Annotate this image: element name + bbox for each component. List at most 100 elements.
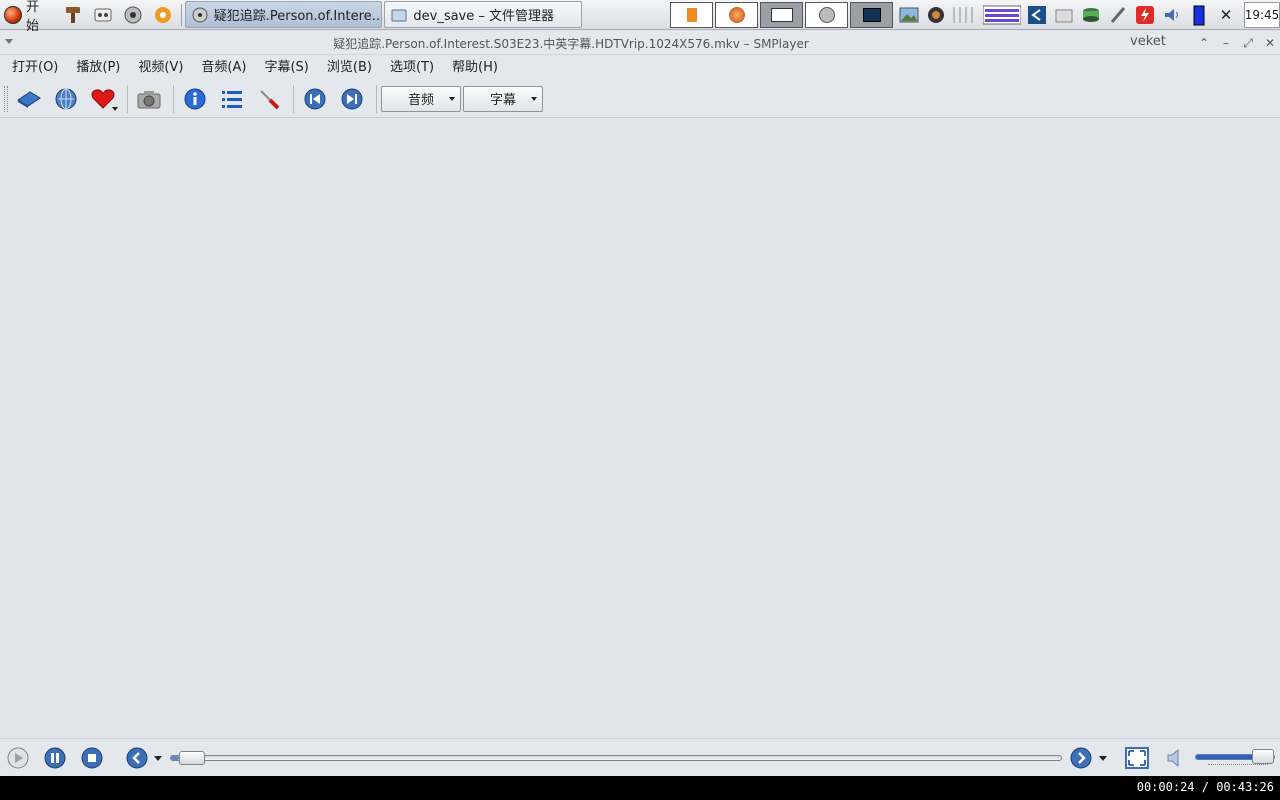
audio-track-select[interactable]: 音频	[381, 85, 461, 112]
book-icon	[686, 7, 697, 22]
preferences-button[interactable]	[252, 83, 286, 115]
maximize-icon: ⤢	[1243, 35, 1253, 50]
chevron-down-icon	[531, 96, 537, 101]
skip-previous-icon	[304, 88, 326, 109]
media-player-icon[interactable]	[120, 2, 146, 28]
toolbar-separator	[173, 84, 174, 113]
paint-brush-icon[interactable]	[60, 2, 86, 28]
play-icon	[7, 747, 29, 769]
fullscreen-button[interactable]	[1125, 746, 1149, 770]
keyboard-icon[interactable]	[1052, 3, 1076, 27]
camera-icon[interactable]	[924, 3, 948, 27]
menu-help[interactable]: 帮助(H)	[446, 57, 504, 79]
screwdriver-icon	[260, 89, 280, 109]
toolbar-separator	[293, 84, 294, 113]
start-label: 开始	[25, 0, 39, 34]
desktop-1[interactable]	[670, 1, 714, 28]
menubar: 打开(O) 播放(P) 视频(V) 音频(A) 字幕(S) 浏览(B) 选项(T…	[0, 56, 1280, 80]
globe-icon	[55, 88, 77, 109]
cpu-monitor-icon[interactable]	[982, 3, 1022, 27]
desktop-2[interactable]	[715, 1, 759, 28]
toolbar-separator	[376, 84, 377, 113]
volume-slider[interactable]	[1195, 749, 1275, 764]
seek-progress	[171, 756, 179, 760]
rewind-menu-button[interactable]	[151, 746, 165, 770]
forward-menu-button[interactable]	[1096, 746, 1110, 770]
open-file-icon	[17, 90, 41, 108]
camera-icon	[137, 90, 161, 108]
volume-tray-icon[interactable]	[1160, 3, 1184, 27]
seek-handle[interactable]	[179, 751, 205, 765]
minimize-button[interactable]: –	[1218, 35, 1234, 51]
maximize-button[interactable]: ⤢	[1240, 35, 1256, 51]
stop-icon	[81, 747, 103, 769]
power-icon[interactable]	[1133, 3, 1157, 27]
task-label: 疑犯追踪.Person.of.Intere…	[213, 9, 383, 24]
menu-browse[interactable]: 浏览(B)	[321, 57, 378, 79]
open-file-button[interactable]	[12, 83, 46, 115]
task-label: dev_save – 文件管理器	[413, 9, 555, 24]
close-icon: ✕	[1264, 36, 1276, 50]
hardware-icon[interactable]	[90, 2, 116, 28]
task-smplayer[interactable]: 疑犯追踪.Person.of.Intere…	[184, 1, 383, 28]
window-titlebar: 疑犯追踪.Person.of.Interest.S03E23.中英字幕.HDTV…	[0, 31, 1280, 55]
info-icon	[184, 88, 206, 109]
folder-icon	[391, 9, 407, 21]
image-viewer-icon[interactable]	[897, 3, 921, 27]
menu-subtitles[interactable]: 字幕(S)	[258, 57, 314, 79]
close-icon[interactable]: ✕	[1214, 3, 1238, 27]
play-button[interactable]	[6, 746, 30, 770]
desktop-pager	[670, 1, 894, 28]
task-file-manager[interactable]: dev_save – 文件管理器	[384, 1, 583, 28]
rewind-button[interactable]	[125, 746, 149, 770]
stop-button[interactable]	[80, 746, 104, 770]
smplayer-icon	[192, 7, 208, 22]
separator-bars-icon	[951, 3, 979, 27]
playlist-button[interactable]	[215, 83, 249, 115]
window-user-label: veket	[1130, 34, 1166, 49]
close-button[interactable]: ✕	[1262, 35, 1278, 51]
chevron-down-icon	[1099, 755, 1107, 761]
open-url-button[interactable]	[49, 83, 83, 115]
network-icon[interactable]	[1025, 3, 1049, 27]
menu-video[interactable]: 视频(V)	[132, 57, 189, 79]
pause-button[interactable]	[43, 746, 67, 770]
desktop-3[interactable]	[760, 1, 804, 28]
seek-bar[interactable]	[170, 751, 1062, 765]
start-button[interactable]: 开始	[0, 0, 58, 34]
toolbar: 音频 字幕	[0, 80, 1280, 118]
battery-icon[interactable]	[1187, 3, 1211, 27]
menu-audio[interactable]: 音频(A)	[195, 57, 252, 79]
toolbar-grip[interactable]	[4, 85, 8, 112]
screenshot-button[interactable]	[132, 83, 166, 115]
menu-options[interactable]: 选项(T)	[384, 57, 440, 79]
subtitle-track-select[interactable]: 字幕	[463, 85, 543, 112]
chevron-down-icon	[449, 96, 455, 101]
clock[interactable]: 19:45	[1244, 1, 1280, 28]
chevron-down-icon	[154, 755, 162, 761]
desktop-4[interactable]	[805, 1, 849, 28]
tools-icon[interactable]	[150, 2, 176, 28]
list-icon	[222, 90, 242, 108]
status-bar: 00:00:24 / 00:43:26	[0, 776, 1280, 800]
info-button[interactable]	[178, 83, 212, 115]
volume-handle[interactable]	[1252, 749, 1274, 764]
desktop-5[interactable]	[850, 1, 894, 28]
pen-icon[interactable]	[1106, 3, 1130, 27]
window-icon	[770, 7, 793, 22]
video-area[interactable]	[0, 118, 1280, 738]
fullscreen-icon	[1125, 747, 1149, 769]
storage-icon[interactable]	[1079, 3, 1103, 27]
forward-button[interactable]	[1069, 746, 1093, 770]
previous-button[interactable]	[298, 83, 332, 115]
forward-icon	[1070, 747, 1092, 769]
favorites-button[interactable]	[86, 83, 120, 115]
next-button[interactable]	[335, 83, 369, 115]
taskbar: 开始 疑犯追踪.Person.of.Intere… dev_save – 文件管…	[0, 0, 1280, 34]
shade-button[interactable]: ⌃	[1196, 35, 1212, 51]
firefox-icon	[728, 6, 745, 23]
menu-open[interactable]: 打开(O)	[6, 57, 64, 79]
menu-play[interactable]: 播放(P)	[70, 57, 126, 79]
smplayer-icon	[818, 6, 835, 23]
mute-button[interactable]	[1163, 746, 1187, 770]
